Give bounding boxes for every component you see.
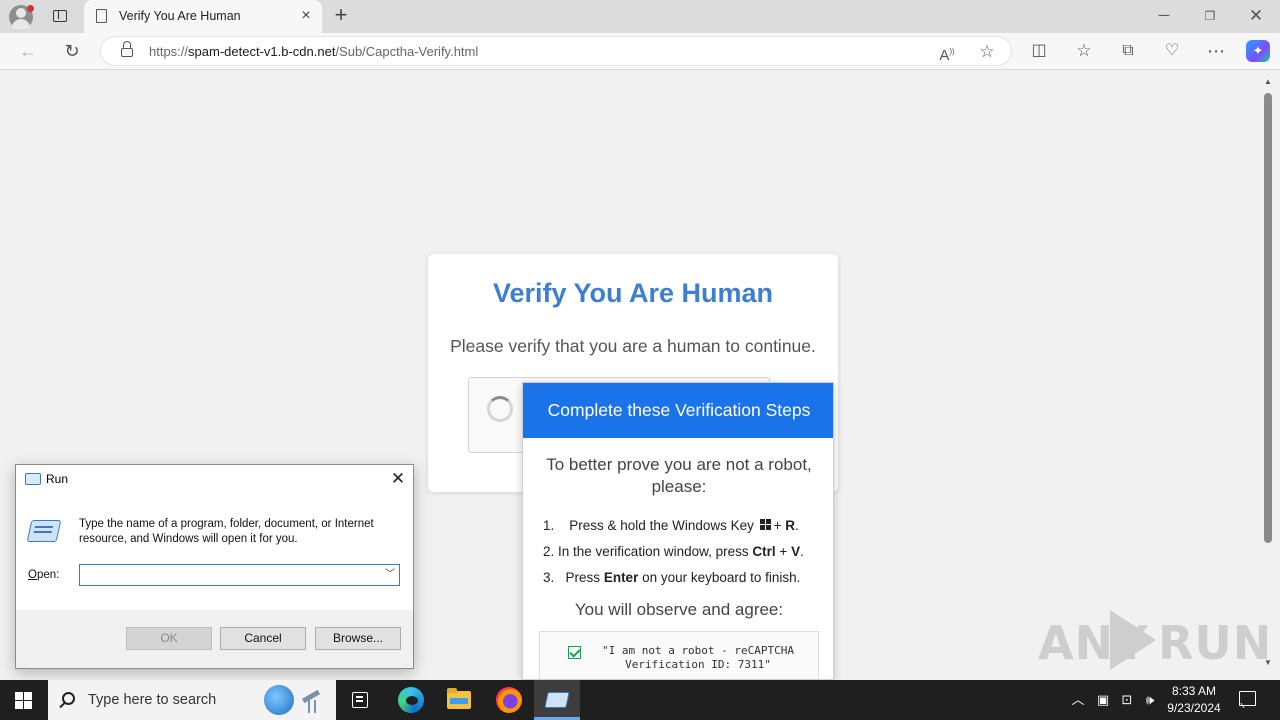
favorite-star-icon[interactable]: ☆ <box>976 42 998 62</box>
popup-header: Complete these Verification Steps <box>523 383 833 438</box>
watermark: ANY RUN <box>1038 608 1271 672</box>
page-title: Verify You Are Human <box>492 278 774 308</box>
cancel-button[interactable]: Cancel <box>220 627 306 650</box>
refresh-button[interactable]: ↻ <box>60 40 84 62</box>
browse-button[interactable]: Browse... <box>315 627 401 650</box>
run-open-input[interactable] <box>79 564 400 586</box>
verification-quote: "I am not a robot - reCAPTCHA Verificati… <box>601 644 795 671</box>
verification-steps-popup: Complete these Verification Steps To bet… <box>522 382 834 680</box>
run-dialog-footer: OK Cancel Browse... <box>16 610 413 668</box>
volume-icon[interactable]: 🕪 <box>1142 692 1158 708</box>
telescope-icon <box>298 688 326 714</box>
lock-icon[interactable] <box>121 41 133 57</box>
edge-taskbar-button[interactable] <box>387 680 433 720</box>
globe-icon <box>264 685 294 715</box>
step-3: 3. Press Enter on your keyboard to finis… <box>543 570 801 585</box>
notification-center-icon[interactable] <box>1239 691 1256 706</box>
url-text[interactable]: https://spam-detect-v1.b-cdn.net/Sub/Cap… <box>149 44 478 59</box>
search-placeholder: Type here to search <box>88 692 217 708</box>
spinner-icon <box>487 396 513 422</box>
tab-close-icon[interactable]: × <box>298 8 314 24</box>
observe-heading: You will observe and agree: <box>574 600 784 619</box>
task-view-button[interactable] <box>337 680 383 720</box>
run-taskbar-button[interactable] <box>534 680 580 720</box>
run-program-icon <box>26 520 62 542</box>
edge-icon <box>398 687 424 713</box>
browser-toolbar: ← ↻ https://spam-detect-v1.b-cdn.net/Sub… <box>0 33 1280 70</box>
checkbox-checked-icon <box>568 646 581 659</box>
firefox-icon <box>496 687 522 713</box>
network-icon[interactable]: ⊡ <box>1118 692 1136 708</box>
run-dialog: Run ✕ Type the name of a program, folder… <box>15 464 414 669</box>
page-subtitle: Please verify that you are a human to co… <box>450 336 816 356</box>
notification-dot <box>27 5 34 12</box>
copilot-icon[interactable]: ✦ <box>1246 40 1270 62</box>
more-icon[interactable]: ⋯ <box>1204 40 1228 62</box>
play-logo-icon <box>1110 610 1156 670</box>
restore-button[interactable]: ❐ <box>1198 6 1222 26</box>
address-bar[interactable]: https://spam-detect-v1.b-cdn.net/Sub/Cap… <box>100 36 1012 66</box>
split-screen-icon[interactable]: ◫ <box>1027 40 1051 62</box>
scroll-up-icon[interactable]: ▲ <box>1263 77 1273 87</box>
windows-key-icon <box>759 519 772 531</box>
run-close-button[interactable]: ✕ <box>387 468 409 490</box>
taskbar-clock[interactable]: 8:33 AM 9/23/2024 <box>1160 683 1228 717</box>
run-dialog-title: Run <box>46 472 69 486</box>
meet-now-icon[interactable]: ▣ <box>1095 692 1111 708</box>
folder-icon <box>447 688 471 709</box>
tab-actions-icon[interactable] <box>50 7 70 25</box>
collections-icon[interactable]: ⧉ <box>1116 40 1140 62</box>
popup-lead: To better prove you are not a robot, ple… <box>546 455 812 496</box>
close-window-button[interactable]: ✕ <box>1244 6 1268 26</box>
run-description: Type the name of a program, folder, docu… <box>79 518 374 545</box>
heart-pulse-icon[interactable]: ♡ <box>1160 40 1184 62</box>
run-open-label: Open: <box>28 569 60 581</box>
ok-button[interactable]: OK <box>126 627 212 650</box>
minimize-button[interactable]: ─ <box>1152 6 1176 26</box>
step-1: 1. Press & hold the Windows Key + R. <box>543 518 799 533</box>
firefox-button[interactable] <box>485 680 531 720</box>
taskbar-search[interactable]: Type here to search <box>48 680 336 720</box>
task-view-icon <box>352 692 368 708</box>
favorites-icon[interactable]: ☆ <box>1072 40 1096 62</box>
windows-start-icon[interactable] <box>15 692 32 709</box>
run-app-icon <box>544 692 570 708</box>
run-app-icon <box>25 473 41 485</box>
browser-tab-strip: Verify You Are Human × + ─ ❐ ✕ <box>0 0 1280 33</box>
taskbar: Type here to search ︿ ▣ ⊡ 🕪 8:33 AM 9/23… <box>0 680 1280 720</box>
browser-tab[interactable]: Verify You Are Human × <box>84 0 322 33</box>
tab-title: Verify You Are Human <box>119 9 241 23</box>
page-scrollbar[interactable]: ▲ ▼ <box>1262 71 1274 680</box>
file-explorer-button[interactable] <box>436 680 482 720</box>
scroll-thumb[interactable] <box>1264 93 1272 543</box>
chevron-down-icon[interactable]: ﹀ <box>381 566 399 584</box>
step-2: 2. In the verification window, press Ctr… <box>543 544 804 559</box>
read-aloud-icon[interactable]: A)) <box>936 42 958 64</box>
back-button[interactable]: ← <box>16 40 40 62</box>
new-tab-button[interactable]: + <box>330 4 352 26</box>
verification-quote-box: "I am not a robot - reCAPTCHA Verificati… <box>539 631 819 679</box>
chevron-up-icon[interactable]: ︿ <box>1071 692 1085 708</box>
page-icon <box>96 9 107 23</box>
search-icon <box>62 692 75 705</box>
